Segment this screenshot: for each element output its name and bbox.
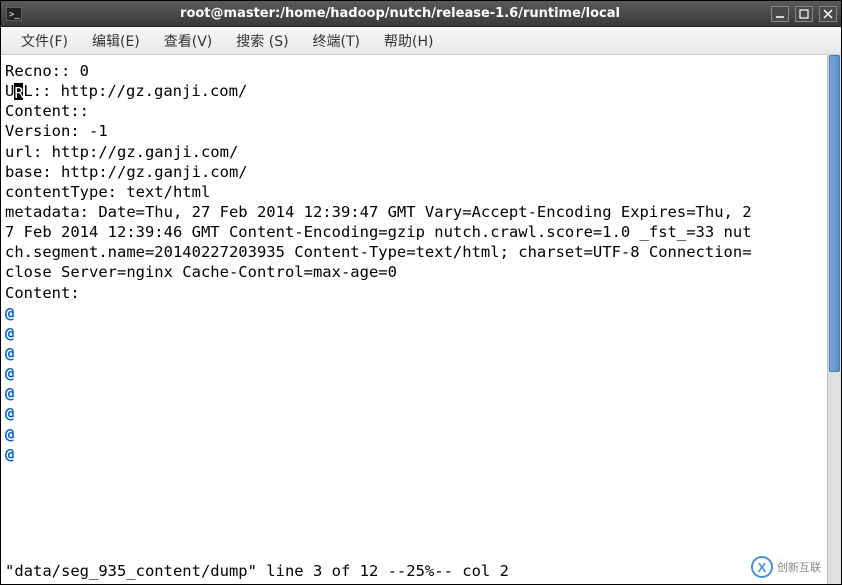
terminal-empty-line: @ xyxy=(5,363,823,383)
close-button[interactable] xyxy=(819,6,837,22)
terminal-line: ch.segment.name=20140227203935 Content-T… xyxy=(5,242,823,262)
terminal-line: Version: -1 xyxy=(5,121,823,141)
terminal-content[interactable]: Recno:: 0URL:: http://gz.ganji.com/Conte… xyxy=(1,55,827,584)
terminal-line: Recno:: 0 xyxy=(5,61,823,81)
menu-view[interactable]: 查看(V) xyxy=(152,27,225,55)
terminal-empty-line: @ xyxy=(5,323,823,343)
menu-help[interactable]: 帮助(H) xyxy=(372,27,445,55)
vertical-scrollbar[interactable] xyxy=(827,55,841,584)
window-titlebar: >_ root@master:/home/hadoop/nutch/releas… xyxy=(1,1,841,27)
watermark: X 创新互联 xyxy=(751,556,821,578)
terminal-line: URL:: http://gz.ganji.com/ xyxy=(5,81,823,101)
minimize-button[interactable] xyxy=(771,6,789,22)
terminal-empty-line: @ xyxy=(5,303,823,323)
watermark-icon: X xyxy=(751,556,773,578)
terminal-icon: >_ xyxy=(5,5,23,23)
terminal-line: metadata: Date=Thu, 27 Feb 2014 12:39:47… xyxy=(5,202,823,222)
menu-search[interactable]: 搜索 (S) xyxy=(224,27,300,55)
terminal-line: Content:: xyxy=(5,101,823,121)
terminal-empty-line: @ xyxy=(5,403,823,423)
terminal-empty-line: @ xyxy=(5,424,823,444)
editor-status-line: "data/seg_935_content/dump" line 3 of 12… xyxy=(5,562,509,580)
window-title: root@master:/home/hadoop/nutch/release-1… xyxy=(29,6,771,21)
menu-terminal[interactable]: 终端(T) xyxy=(301,27,372,55)
menu-file[interactable]: 文件(F) xyxy=(9,27,80,55)
terminal-line: Content: xyxy=(5,283,823,303)
terminal-empty-line: @ xyxy=(5,343,823,363)
window-controls xyxy=(771,6,837,22)
menu-edit[interactable]: 编辑(E) xyxy=(80,27,152,55)
terminal-line: 7 Feb 2014 12:39:46 GMT Content-Encoding… xyxy=(5,222,823,242)
terminal-line: base: http://gz.ganji.com/ xyxy=(5,162,823,182)
terminal-line: url: http://gz.ganji.com/ xyxy=(5,142,823,162)
maximize-button[interactable] xyxy=(795,6,813,22)
text-cursor: R xyxy=(14,83,23,100)
scrollbar-thumb[interactable] xyxy=(829,55,840,372)
terminal-empty-line: @ xyxy=(5,444,823,464)
terminal-line: contentType: text/html xyxy=(5,182,823,202)
watermark-text: 创新互联 xyxy=(777,559,821,575)
terminal-area[interactable]: Recno:: 0URL:: http://gz.ganji.com/Conte… xyxy=(1,55,841,584)
menubar: 文件(F) 编辑(E) 查看(V) 搜索 (S) 终端(T) 帮助(H) xyxy=(1,27,841,55)
svg-text:>_: >_ xyxy=(9,10,20,20)
terminal-empty-line: @ xyxy=(5,383,823,403)
terminal-line: close Server=nginx Cache-Control=max-age… xyxy=(5,262,823,282)
